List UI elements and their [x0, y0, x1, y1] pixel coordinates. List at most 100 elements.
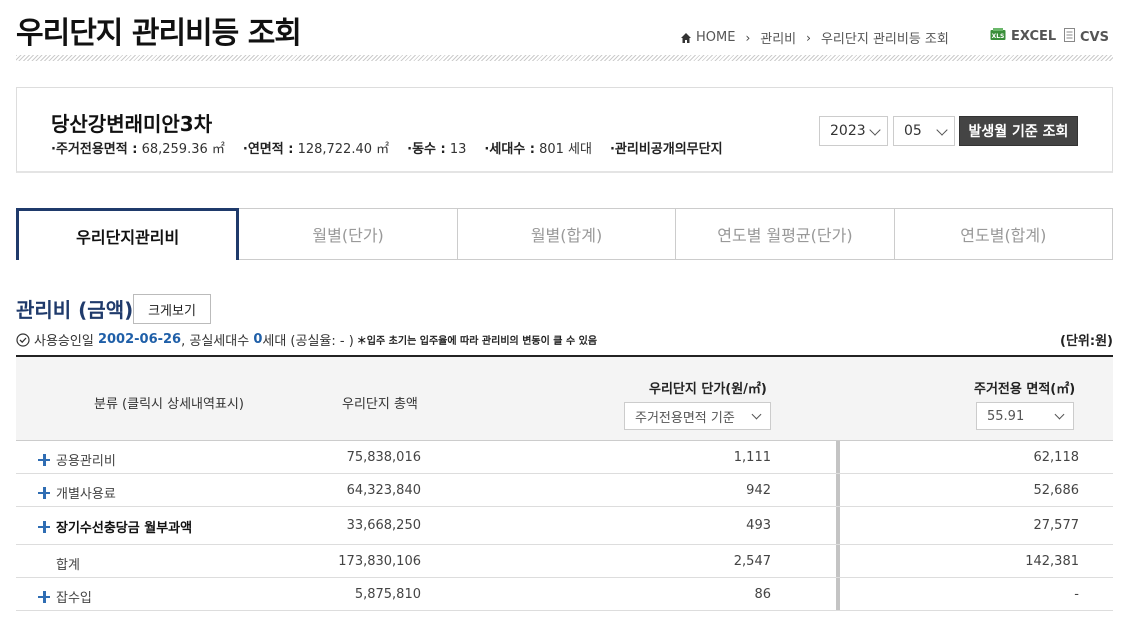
table-row[interactable]: 잡수입 5,875,810 86 -: [16, 578, 1113, 611]
chevron-down-icon: [751, 409, 762, 420]
row-unit-price: 942: [746, 483, 771, 498]
tab-bar: 우리단지관리비 월별(단가) 월별(합계) 연도별 월평균(단가) 연도별(합계…: [16, 208, 1114, 260]
complex-info-box: 당산강변래미안3차 ·주거전용면적 : 68,259.36 ㎡ ·연면적 : 1…: [16, 87, 1113, 173]
stat-label: ·세대수 :: [484, 142, 535, 157]
document-icon: [1064, 28, 1075, 46]
stat-label: ·동수 :: [407, 142, 446, 157]
excel-export-button[interactable]: XLS EXCEL: [990, 28, 1056, 45]
excel-export-label: EXCEL: [1011, 29, 1057, 44]
svg-text:XLS: XLS: [992, 33, 1005, 40]
month-select-value: 05: [904, 123, 922, 139]
year-select[interactable]: 2023: [819, 116, 888, 146]
plus-icon: [38, 590, 50, 603]
row-category: 잡수입: [38, 587, 92, 606]
cvs-export-label: CVS: [1080, 29, 1109, 45]
chevron-right-icon: ›: [806, 30, 811, 45]
chevron-down-icon: [1054, 409, 1065, 420]
table-header: 분류 (클릭시 상세내역표시) 우리단지 총액 우리단지 단가(원/㎡) 주거전…: [16, 355, 1113, 441]
row-total: 5,875,810: [354, 587, 421, 602]
table-row[interactable]: 공용관리비 75,838,016 1,111 62,118: [16, 441, 1113, 474]
page-title: 우리단지 관리비등 조회: [16, 16, 302, 51]
stat-disclosure: ·관리비공개의무단지: [610, 138, 723, 157]
tab-monthly-unit[interactable]: 월별(단가): [239, 208, 458, 260]
row-category-label: 잡수입: [56, 591, 92, 606]
row-total: 75,838,016: [346, 450, 421, 465]
occupancy-note: ＊입주 초기는 입주율에 따라 관리비의 변동이 클 수 있음: [356, 336, 598, 347]
stat-buildings: ·동수 : 13: [407, 138, 466, 157]
breadcrumb-level1[interactable]: 관리비: [760, 28, 796, 47]
row-category: 공용관리비: [38, 450, 116, 469]
search-by-month-button[interactable]: 발생월 기준 조회: [959, 116, 1078, 146]
row-category: 합계: [56, 554, 80, 573]
row-area-amount: -: [1074, 587, 1079, 602]
row-category-label: 합계: [56, 558, 80, 573]
breadcrumb-home-label: HOME: [696, 30, 736, 45]
row-unit-price: 2,547: [733, 554, 771, 569]
header-unit-price: 우리단지 단가(원/㎡): [649, 382, 767, 397]
stat-label: ·연면적 :: [242, 142, 294, 157]
excel-icon: XLS: [990, 28, 1006, 45]
stat-total-area: ·연면적 : 128,722.40 ㎡: [243, 138, 389, 157]
header-category: 분류 (클릭시 상세내역표시): [94, 397, 244, 412]
stat-value: 68,259.36 ㎡: [141, 142, 225, 157]
breadcrumb-level2[interactable]: 우리단지 관리비등 조회: [821, 28, 949, 47]
tab-yearly-average-unit[interactable]: 연도별 월평균(단가): [676, 208, 895, 260]
area-select[interactable]: 55.91: [976, 402, 1074, 430]
header-total: 우리단지 총액: [342, 397, 418, 412]
breadcrumb-home[interactable]: HOME: [680, 30, 735, 45]
vacancy-count: 0: [253, 332, 263, 347]
breadcrumb: HOME › 관리비 › 우리단지 관리비등 조회: [680, 28, 949, 47]
section-title: 관리비 (금액): [16, 298, 134, 322]
area-select-value: 55.91: [987, 408, 1025, 424]
row-category-label: 장기수선충당금 월부과액: [56, 521, 193, 536]
row-category: 개별사용료: [38, 483, 116, 502]
fee-table: 분류 (클릭시 상세내역표시) 우리단지 총액 우리단지 단가(원/㎡) 주거전…: [16, 355, 1113, 611]
row-category: 장기수선충당금 월부과액: [38, 517, 192, 536]
row-category-label: 개별사용료: [56, 487, 116, 502]
row-area-amount: 62,118: [1033, 450, 1080, 465]
chevron-right-icon: ›: [745, 30, 751, 45]
vacancy-suffix: 세대 (공실율: - ): [262, 334, 354, 349]
month-select[interactable]: 05: [893, 116, 955, 146]
tab-monthly-total[interactable]: 월별(합계): [457, 208, 677, 260]
table-row[interactable]: 장기수선충당금 월부과액 33,668,250 493 27,577: [16, 507, 1113, 545]
row-unit-price: 86: [754, 587, 771, 602]
chevron-down-icon: [869, 124, 881, 136]
complex-name: 당산강변래미안3차: [51, 112, 213, 136]
plus-icon: [38, 520, 50, 533]
stat-value: 13: [449, 142, 467, 157]
row-area-amount: 52,686: [1033, 483, 1080, 498]
row-unit-price: 493: [746, 518, 771, 533]
header-area: 주거전용 면적(㎡): [974, 382, 1076, 397]
plus-icon: [38, 453, 50, 466]
unit-price-basis-value: 주거전용면적 기준: [635, 410, 735, 426]
table-row[interactable]: 개별사용료 64,323,840 942 52,686: [16, 474, 1113, 507]
approval-date: 2002-06-26: [97, 332, 182, 347]
unit-label: (단위:원): [1060, 334, 1113, 349]
unit-price-basis-select[interactable]: 주거전용면적 기준: [624, 402, 771, 430]
row-category-label: 공용관리비: [56, 454, 116, 469]
check-circle-icon: [16, 332, 30, 347]
row-total: 173,830,106: [338, 554, 421, 569]
vacancy-label: , 공실세대수: [181, 334, 250, 349]
chevron-down-icon: [936, 124, 948, 136]
tab-yearly-total[interactable]: 연도별(합계): [894, 208, 1114, 260]
approval-label: 사용승인일: [34, 334, 94, 349]
cvs-export-button[interactable]: CVS: [1064, 28, 1109, 46]
row-area-amount: 142,381: [1025, 554, 1079, 569]
stat-label: ·관리비공개의무단지: [609, 142, 723, 157]
home-icon: [680, 32, 692, 44]
stat-value: 128,722.40 ㎡: [297, 142, 390, 157]
stat-value: 801 세대: [539, 142, 592, 157]
stat-label: ·주거전용면적 :: [51, 142, 138, 157]
year-select-value: 2023: [830, 123, 866, 139]
row-area-amount: 27,577: [1033, 518, 1080, 533]
tab-complex-fee[interactable]: 우리단지관리비: [16, 208, 240, 260]
table-row-total: 합계 173,830,106 2,547 142,381: [16, 545, 1113, 578]
row-total: 64,323,840: [346, 483, 421, 498]
stat-living-area: ·주거전용면적 : 68,259.36 ㎡: [51, 138, 225, 157]
stat-households: ·세대수 : 801 세대: [484, 138, 592, 157]
row-unit-price: 1,111: [733, 450, 771, 465]
enlarge-button[interactable]: 크게보기: [133, 294, 211, 324]
complex-stats: ·주거전용면적 : 68,259.36 ㎡ ·연면적 : 128,722.40 …: [51, 138, 723, 157]
